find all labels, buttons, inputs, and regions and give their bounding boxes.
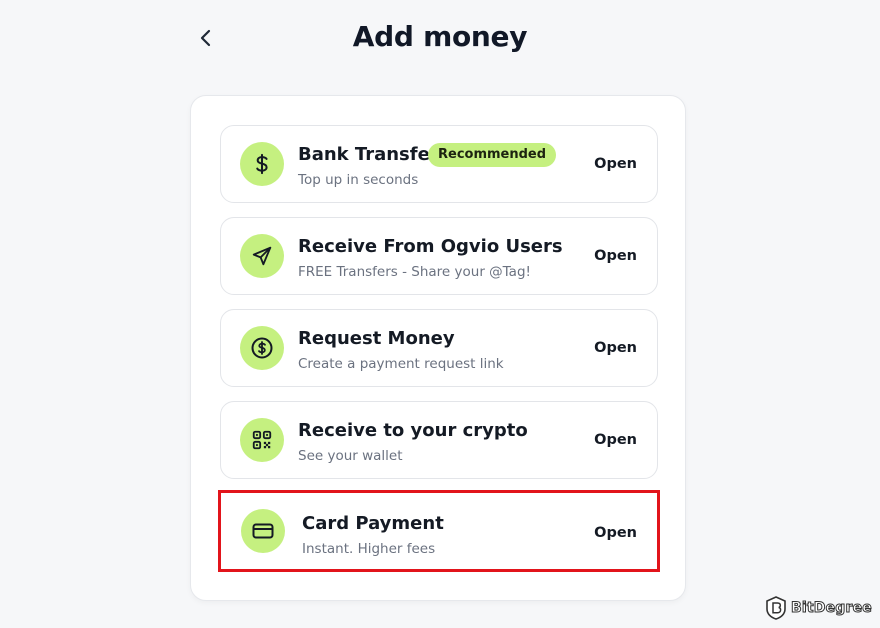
dollar-circle-icon bbox=[240, 326, 284, 370]
option-title: Receive to your crypto bbox=[298, 420, 528, 441]
option-subtitle: Create a payment request link bbox=[298, 356, 504, 372]
recommended-badge: Recommended bbox=[428, 143, 557, 167]
dollar-icon bbox=[240, 142, 284, 186]
qr-code-icon bbox=[240, 418, 284, 462]
option-title: Receive From Ogvio Users bbox=[298, 236, 563, 257]
option-title: Card Payment bbox=[302, 513, 444, 534]
open-button[interactable]: Open bbox=[594, 340, 637, 356]
send-icon bbox=[240, 234, 284, 278]
add-money-page: Add money Bank Transfer Recommended Top … bbox=[0, 0, 880, 628]
bitdegree-watermark: BitDegree bbox=[765, 596, 872, 620]
option-subtitle: FREE Transfers - Share your @Tag! bbox=[298, 264, 531, 280]
option-title: Bank Transfer bbox=[298, 144, 439, 165]
open-button[interactable]: Open bbox=[594, 432, 637, 448]
option-receive-from-users[interactable]: Receive From Ogvio Users FREE Transfers … bbox=[220, 217, 658, 295]
option-bank-transfer[interactable]: Bank Transfer Recommended Top up in seco… bbox=[220, 125, 658, 203]
option-receive-crypto[interactable]: Receive to your crypto See your wallet O… bbox=[220, 401, 658, 479]
open-button[interactable]: Open bbox=[594, 156, 637, 172]
bitdegree-logo-icon bbox=[766, 596, 786, 620]
option-request-money[interactable]: Request Money Create a payment request l… bbox=[220, 309, 658, 387]
option-subtitle: Top up in seconds bbox=[298, 172, 419, 188]
open-button[interactable]: Open bbox=[594, 248, 637, 264]
option-subtitle: See your wallet bbox=[298, 448, 403, 464]
option-card-payment[interactable]: Card Payment Instant. Higher fees Open bbox=[218, 490, 660, 572]
watermark-text: BitDegree bbox=[791, 600, 873, 617]
option-subtitle: Instant. Higher fees bbox=[302, 541, 436, 557]
option-title: Request Money bbox=[298, 328, 455, 349]
add-money-options-card: Bank Transfer Recommended Top up in seco… bbox=[190, 95, 686, 601]
credit-card-icon bbox=[241, 509, 285, 553]
open-button[interactable]: Open bbox=[594, 525, 637, 541]
page-title: Add money bbox=[352, 20, 528, 53]
